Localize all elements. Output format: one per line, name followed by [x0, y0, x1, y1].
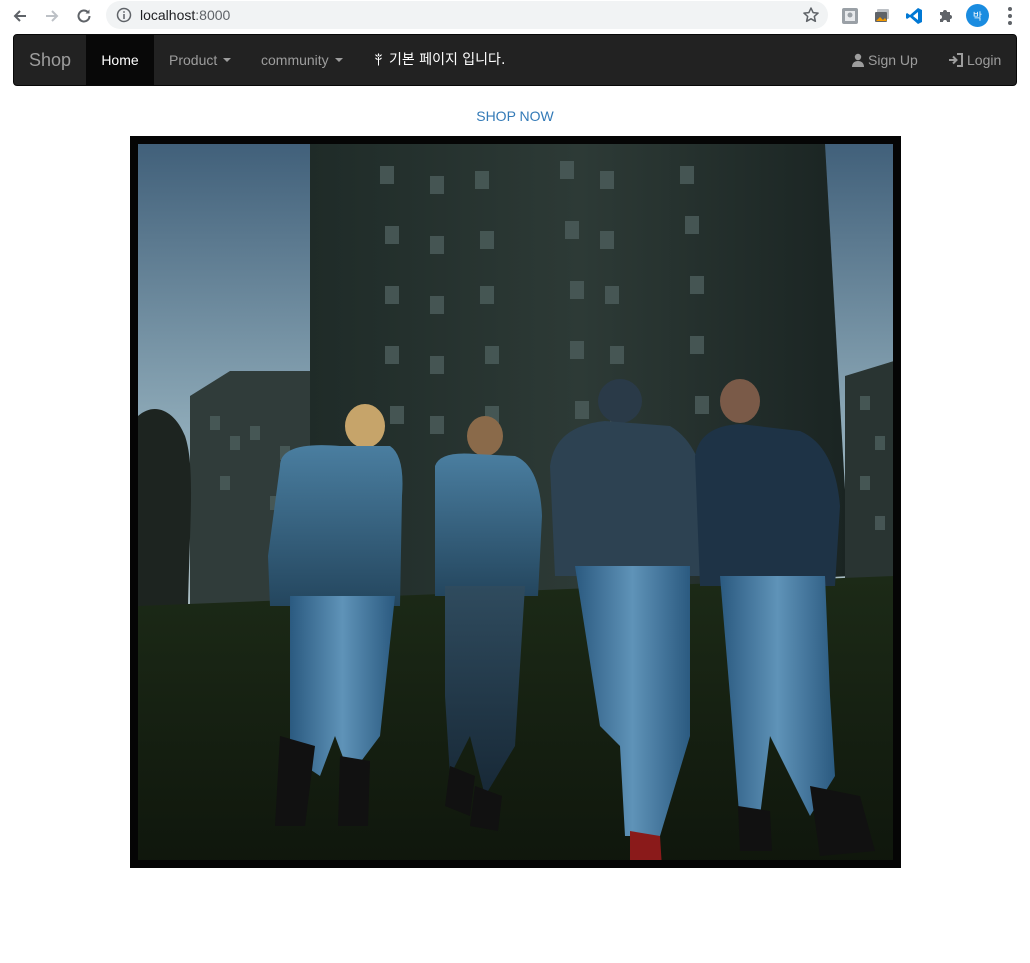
extension-vscode-button[interactable]	[903, 5, 925, 27]
brand-link[interactable]: Shop	[29, 35, 71, 85]
signup-link[interactable]: Sign Up	[851, 35, 918, 85]
bookmark-star-icon[interactable]	[802, 6, 820, 24]
login-link[interactable]: Login	[948, 35, 1001, 85]
info-icon[interactable]	[116, 7, 132, 23]
hero-image	[130, 136, 901, 868]
hero-photo-illustration	[130, 136, 901, 868]
login-label: Login	[967, 52, 1002, 68]
forward-button[interactable]	[40, 4, 64, 28]
arrow-left-icon	[13, 10, 26, 22]
profile-avatar[interactable]: 박	[966, 4, 989, 27]
extension-gallery-button[interactable]	[871, 5, 893, 27]
address-bar[interactable]: localhost:8000	[106, 1, 828, 29]
caret-down-icon	[223, 58, 232, 63]
browser-toolbar: localhost:8000 박	[0, 0, 1030, 32]
extensions-menu-button[interactable]	[935, 5, 957, 27]
nav-product-dropdown[interactable]: Product	[169, 35, 232, 85]
url-host: localhost	[140, 7, 196, 23]
back-button[interactable]	[8, 4, 32, 28]
navbar-message-text: 기본 페이지 입니다.	[389, 52, 506, 68]
puzzle-icon	[940, 10, 952, 22]
nav-product-label: Product	[169, 52, 218, 68]
vscode-extension-icon	[906, 8, 922, 24]
extension-photo-button[interactable]	[839, 5, 861, 27]
navbar-message: 기본 페이지 입니다.	[373, 35, 505, 85]
top-navbar: Shop Home Product community 기본 페이지 입니다. …	[13, 34, 1017, 86]
user-icon	[852, 53, 864, 67]
browser-menu-button[interactable]	[1000, 5, 1020, 27]
nav-home[interactable]: Home	[86, 35, 154, 85]
reload-button[interactable]	[72, 4, 96, 28]
nav-community-dropdown[interactable]: community	[261, 35, 343, 85]
reload-icon	[77, 9, 91, 23]
log-in-icon	[949, 53, 963, 67]
url-text[interactable]: localhost:8000	[140, 7, 230, 23]
shop-now-link[interactable]: SHOP NOW	[0, 108, 1030, 124]
arrow-right-icon	[46, 10, 59, 22]
gallery-extension-icon	[875, 9, 889, 22]
caret-down-icon	[334, 58, 343, 63]
url-port: :8000	[195, 7, 231, 23]
signup-label: Sign Up	[868, 52, 918, 68]
photo-extension-icon	[842, 8, 858, 24]
nav-community-label: community	[261, 52, 329, 68]
grain-icon	[375, 53, 382, 66]
